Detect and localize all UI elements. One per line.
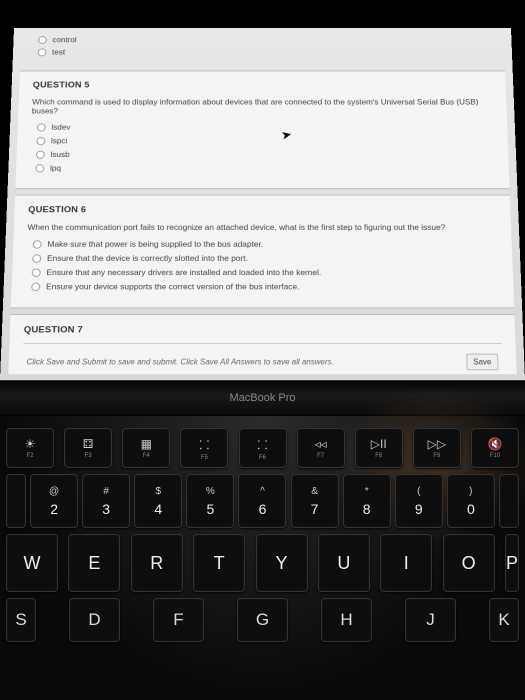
radio-option[interactable]: lspci [36, 136, 494, 145]
key-s[interactable]: S [6, 598, 36, 642]
letter-key-row: W E R T Y U I O P [6, 534, 519, 592]
key-j[interactable]: J [405, 598, 456, 642]
radio-option[interactable]: Make sure that power is being supplied t… [33, 239, 499, 248]
radio-icon [35, 164, 44, 172]
key-8[interactable]: *8 [343, 474, 391, 528]
question-6-block: QUESTION 6 When the communication port f… [11, 195, 514, 309]
option-label: control [52, 35, 76, 44]
laptop-hinge: MacBook Pro [0, 380, 525, 416]
key-f4[interactable]: ▦F4 [122, 428, 170, 468]
key-4[interactable]: $4 [134, 474, 182, 528]
option-label: lsusb [50, 150, 69, 159]
key-r[interactable]: R [131, 534, 183, 592]
option-label: lpq [50, 163, 61, 172]
radio-option[interactable]: Ensure your device supports the correct … [31, 282, 500, 292]
key-k[interactable]: K [489, 598, 519, 642]
key-f7[interactable]: ◃◃F7 [297, 428, 345, 468]
question-title: QUESTION 5 [33, 80, 493, 90]
key-f9[interactable]: ▷▷F9 [413, 428, 461, 468]
key-u[interactable]: U [318, 534, 370, 592]
key-d[interactable]: D [69, 598, 120, 642]
option-label: test [52, 48, 65, 57]
key-7[interactable]: &7 [291, 474, 339, 528]
key-p[interactable]: P [505, 534, 519, 592]
option-label: Make sure that power is being supplied t… [47, 239, 263, 248]
key-w[interactable]: W [6, 534, 58, 592]
question-prompt: When the communication port fails to rec… [27, 222, 497, 231]
key-f5[interactable]: ⸬F5 [180, 428, 228, 468]
key-i[interactable]: I [380, 534, 432, 592]
question-prompt: Which command is used to display informa… [32, 97, 494, 115]
key-h[interactable]: H [321, 598, 372, 642]
prev-question-options: control test [20, 28, 505, 70]
radio-option[interactable]: control [38, 35, 504, 44]
radio-icon [36, 150, 45, 158]
option-label: Ensure that any necessary drivers are in… [46, 268, 321, 277]
radio-option[interactable]: lsusb [36, 150, 495, 159]
key-g[interactable]: G [237, 598, 288, 642]
key-o[interactable]: O [443, 534, 495, 592]
key-f10[interactable]: 🔇F10 [471, 428, 519, 468]
question-5-block: QUESTION 5 Which command is used to disp… [15, 71, 509, 190]
key-5[interactable]: %5 [186, 474, 234, 528]
option-label: lspci [51, 136, 68, 145]
radio-icon [38, 36, 47, 44]
radio-option[interactable]: Ensure that any necessary drivers are in… [32, 268, 500, 277]
question-title: QUESTION 6 [28, 205, 497, 215]
radio-icon [38, 48, 47, 56]
option-label: lsdev [51, 122, 70, 131]
key-t[interactable]: T [193, 534, 245, 592]
radio-icon [31, 282, 40, 291]
radio-option[interactable]: test [38, 48, 505, 57]
radio-icon [33, 240, 42, 248]
key-f[interactable]: F [153, 598, 204, 642]
radio-option[interactable]: lpq [35, 163, 495, 172]
key-6[interactable]: ^6 [238, 474, 286, 528]
key-f6[interactable]: ⸬F6 [239, 428, 287, 468]
key-y[interactable]: Y [256, 534, 308, 592]
question-7-block: QUESTION 7 Click Save and Submit to save… [8, 314, 517, 374]
option-label: Ensure your device supports the correct … [46, 282, 300, 292]
key-3[interactable]: #3 [82, 474, 130, 528]
question-title: QUESTION 7 [24, 325, 502, 336]
key-9[interactable]: (9 [395, 474, 443, 528]
key-f3[interactable]: ⚃F3 [64, 428, 112, 468]
radio-icon [36, 136, 45, 144]
key-partial[interactable] [499, 474, 519, 528]
laptop-screen: ➤ control test QUESTION 5 Which command … [0, 28, 525, 380]
option-label: Ensure that the device is correctly slot… [47, 253, 248, 262]
save-button[interactable]: Save [466, 354, 499, 371]
number-key-row: @2 #3 $4 %5 ^6 &7 *8 (9 )0 [6, 474, 519, 528]
function-key-row: ☀F2 ⚃F3 ▦F4 ⸬F5 ⸬F6 ◃◃F7 ▷IIF8 ▷▷F9 🔇F10 [6, 428, 519, 468]
footer-bar: Click Save and Submit to save and submit… [22, 343, 502, 370]
macbook-label: MacBook Pro [229, 392, 295, 404]
radio-option[interactable]: lsdev [37, 122, 494, 131]
radio-icon [37, 123, 46, 131]
keyboard-deck: ☀F2 ⚃F3 ▦F4 ⸬F5 ⸬F6 ◃◃F7 ▷IIF8 ▷▷F9 🔇F10… [0, 416, 525, 700]
key-0[interactable]: )0 [447, 474, 495, 528]
letter-key-row-2: S D F G H J K [6, 598, 519, 642]
key-partial[interactable] [6, 474, 26, 528]
key-f8[interactable]: ▷IIF8 [355, 428, 403, 468]
radio-option[interactable]: Ensure that the device is correctly slot… [32, 253, 499, 262]
footer-instructions: Click Save and Submit to save and submit… [26, 358, 333, 367]
key-2[interactable]: @2 [30, 474, 78, 528]
key-e[interactable]: E [68, 534, 120, 592]
key-f2[interactable]: ☀F2 [6, 428, 54, 468]
radio-icon [32, 268, 41, 277]
radio-icon [32, 254, 41, 262]
